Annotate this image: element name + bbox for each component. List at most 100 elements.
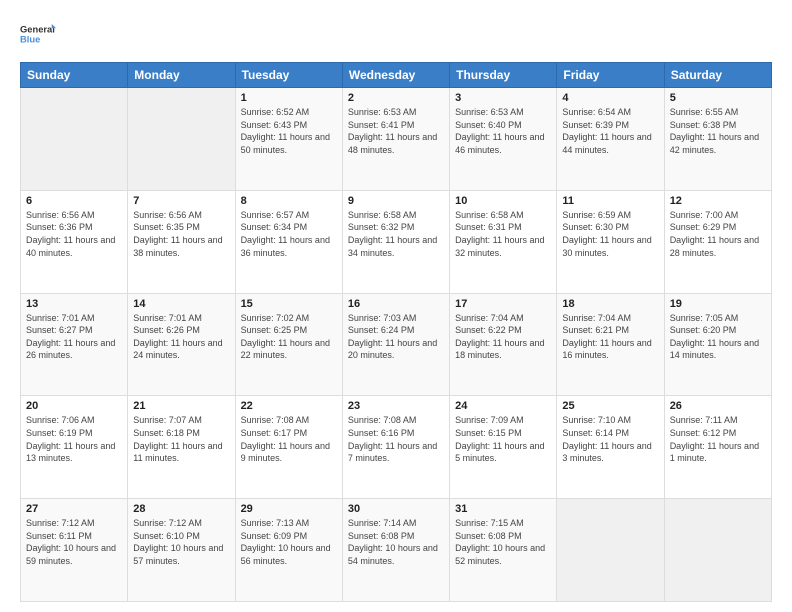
day-info: Sunrise: 6:58 AM Sunset: 6:32 PM Dayligh… (348, 209, 444, 259)
day-number: 28 (133, 503, 229, 515)
day-info: Sunrise: 7:04 AM Sunset: 6:22 PM Dayligh… (455, 312, 551, 362)
day-number: 13 (26, 298, 122, 310)
day-info: Sunrise: 6:59 AM Sunset: 6:30 PM Dayligh… (562, 209, 658, 259)
calendar-cell (21, 88, 128, 191)
calendar-cell: 29 Sunrise: 7:13 AM Sunset: 6:09 PM Dayli… (235, 499, 342, 602)
day-number: 14 (133, 298, 229, 310)
day-info: Sunrise: 7:15 AM Sunset: 6:08 PM Dayligh… (455, 517, 551, 567)
calendar-cell: 7 Sunrise: 6:56 AM Sunset: 6:35 PM Daylig… (128, 190, 235, 293)
calendar-cell: 26Sunrise: 7:11 AM Sunset: 6:12 PM Dayli… (664, 396, 771, 499)
calendar-cell: 8 Sunrise: 6:57 AM Sunset: 6:34 PM Daylig… (235, 190, 342, 293)
calendar-cell: 15 Sunrise: 7:02 AM Sunset: 6:25 PM Dayli… (235, 293, 342, 396)
day-number: 17 (455, 298, 551, 310)
day-number: 25 (562, 400, 658, 412)
col-sunday: Sunday (21, 63, 128, 88)
day-info: Sunrise: 7:14 AM Sunset: 6:08 PM Dayligh… (348, 517, 444, 567)
header: General Blue (20, 16, 772, 52)
day-info: Sunrise: 7:04 AM Sunset: 6:21 PM Dayligh… (562, 312, 658, 362)
day-info: Sunrise: 7:06 AM Sunset: 6:19 PM Dayligh… (26, 414, 122, 464)
day-number: 21 (133, 400, 229, 412)
page: General Blue Sunday Monday Tuesday Wedne… (0, 0, 792, 612)
day-info: Sunrise: 7:12 AM Sunset: 6:11 PM Dayligh… (26, 517, 122, 567)
col-wednesday: Wednesday (342, 63, 449, 88)
calendar-week-3: 13 Sunrise: 7:01 AM Sunset: 6:27 PM Dayli… (21, 293, 772, 396)
day-number: 8 (241, 195, 337, 207)
day-info: Sunrise: 7:11 AM Sunset: 6:12 PM Dayligh… (670, 414, 766, 464)
calendar-cell: 6 Sunrise: 6:56 AM Sunset: 6:36 PM Daylig… (21, 190, 128, 293)
day-info: Sunrise: 7:00 AM Sunset: 6:29 PM Dayligh… (670, 209, 766, 259)
calendar-cell: 17 Sunrise: 7:04 AM Sunset: 6:22 PM Dayli… (450, 293, 557, 396)
day-info: Sunrise: 7:08 AM Sunset: 6:17 PM Dayligh… (241, 414, 337, 464)
day-info: Sunrise: 7:12 AM Sunset: 6:10 PM Dayligh… (133, 517, 229, 567)
calendar-cell: 5 Sunrise: 6:55 AM Sunset: 6:38 PM Daylig… (664, 88, 771, 191)
calendar-cell: 21 Sunrise: 7:07 AM Sunset: 6:18 PM Dayli… (128, 396, 235, 499)
calendar-header-row: Sunday Monday Tuesday Wednesday Thursday… (21, 63, 772, 88)
day-info: Sunrise: 6:53 AM Sunset: 6:40 PM Dayligh… (455, 106, 551, 156)
day-number: 15 (241, 298, 337, 310)
day-number: 23 (348, 400, 444, 412)
day-info: Sunrise: 6:53 AM Sunset: 6:41 PM Dayligh… (348, 106, 444, 156)
day-number: 22 (241, 400, 337, 412)
calendar-cell (664, 499, 771, 602)
day-info: Sunrise: 7:09 AM Sunset: 6:15 PM Dayligh… (455, 414, 551, 464)
day-info: Sunrise: 6:56 AM Sunset: 6:35 PM Dayligh… (133, 209, 229, 259)
day-info: Sunrise: 7:05 AM Sunset: 6:20 PM Dayligh… (670, 312, 766, 362)
day-info: Sunrise: 7:10 AM Sunset: 6:14 PM Dayligh… (562, 414, 658, 464)
calendar-cell: 16 Sunrise: 7:03 AM Sunset: 6:24 PM Dayli… (342, 293, 449, 396)
day-number: 1 (241, 92, 337, 104)
calendar-cell: 12 Sunrise: 7:00 AM Sunset: 6:29 PM Dayli… (664, 190, 771, 293)
logo: General Blue (20, 16, 56, 52)
day-number: 10 (455, 195, 551, 207)
day-number: 18 (562, 298, 658, 310)
day-number: 16 (348, 298, 444, 310)
col-friday: Friday (557, 63, 664, 88)
day-number: 9 (348, 195, 444, 207)
calendar-cell: 23 Sunrise: 7:08 AM Sunset: 6:16 PM Dayli… (342, 396, 449, 499)
svg-text:General: General (20, 25, 55, 35)
day-number: 7 (133, 195, 229, 207)
day-number: 11 (562, 195, 658, 207)
day-number: 30 (348, 503, 444, 515)
calendar-cell: 25 Sunrise: 7:10 AM Sunset: 6:14 PM Dayli… (557, 396, 664, 499)
calendar-cell: 10Sunrise: 6:58 AM Sunset: 6:31 PM Dayli… (450, 190, 557, 293)
calendar-cell: 18 Sunrise: 7:04 AM Sunset: 6:21 PM Dayli… (557, 293, 664, 396)
calendar-cell: 4 Sunrise: 6:54 AM Sunset: 6:39 PM Daylig… (557, 88, 664, 191)
calendar-table: Sunday Monday Tuesday Wednesday Thursday… (20, 62, 772, 602)
col-thursday: Thursday (450, 63, 557, 88)
day-info: Sunrise: 7:03 AM Sunset: 6:24 PM Dayligh… (348, 312, 444, 362)
day-number: 27 (26, 503, 122, 515)
day-number: 29 (241, 503, 337, 515)
day-number: 20 (26, 400, 122, 412)
calendar-cell: 14Sunrise: 7:01 AM Sunset: 6:26 PM Dayli… (128, 293, 235, 396)
calendar-week-4: 20 Sunrise: 7:06 AM Sunset: 6:19 PM Dayli… (21, 396, 772, 499)
day-info: Sunrise: 6:54 AM Sunset: 6:39 PM Dayligh… (562, 106, 658, 156)
calendar-week-1: 1 Sunrise: 6:52 AM Sunset: 6:43 PM Daylig… (21, 88, 772, 191)
day-number: 12 (670, 195, 766, 207)
calendar-cell (557, 499, 664, 602)
day-info: Sunrise: 6:57 AM Sunset: 6:34 PM Dayligh… (241, 209, 337, 259)
calendar-cell: 1 Sunrise: 6:52 AM Sunset: 6:43 PM Daylig… (235, 88, 342, 191)
day-number: 4 (562, 92, 658, 104)
day-info: Sunrise: 7:02 AM Sunset: 6:25 PM Dayligh… (241, 312, 337, 362)
col-monday: Monday (128, 63, 235, 88)
day-info: Sunrise: 7:01 AM Sunset: 6:27 PM Dayligh… (26, 312, 122, 362)
day-number: 2 (348, 92, 444, 104)
calendar-cell: 31 Sunrise: 7:15 AM Sunset: 6:08 PM Dayli… (450, 499, 557, 602)
calendar-cell: 22 Sunrise: 7:08 AM Sunset: 6:17 PM Dayli… (235, 396, 342, 499)
calendar-cell (128, 88, 235, 191)
calendar-cell: 3Sunrise: 6:53 AM Sunset: 6:40 PM Daylig… (450, 88, 557, 191)
col-tuesday: Tuesday (235, 63, 342, 88)
calendar-cell: 11 Sunrise: 6:59 AM Sunset: 6:30 PM Dayli… (557, 190, 664, 293)
day-number: 6 (26, 195, 122, 207)
day-info: Sunrise: 7:07 AM Sunset: 6:18 PM Dayligh… (133, 414, 229, 464)
calendar-cell: 24Sunrise: 7:09 AM Sunset: 6:15 PM Dayli… (450, 396, 557, 499)
day-info: Sunrise: 6:56 AM Sunset: 6:36 PM Dayligh… (26, 209, 122, 259)
day-number: 31 (455, 503, 551, 515)
day-info: Sunrise: 7:08 AM Sunset: 6:16 PM Dayligh… (348, 414, 444, 464)
day-info: Sunrise: 6:55 AM Sunset: 6:38 PM Dayligh… (670, 106, 766, 156)
day-number: 5 (670, 92, 766, 104)
calendar-cell: 2 Sunrise: 6:53 AM Sunset: 6:41 PM Daylig… (342, 88, 449, 191)
day-info: Sunrise: 6:52 AM Sunset: 6:43 PM Dayligh… (241, 106, 337, 156)
day-info: Sunrise: 7:13 AM Sunset: 6:09 PM Dayligh… (241, 517, 337, 567)
calendar-cell: 9 Sunrise: 6:58 AM Sunset: 6:32 PM Daylig… (342, 190, 449, 293)
